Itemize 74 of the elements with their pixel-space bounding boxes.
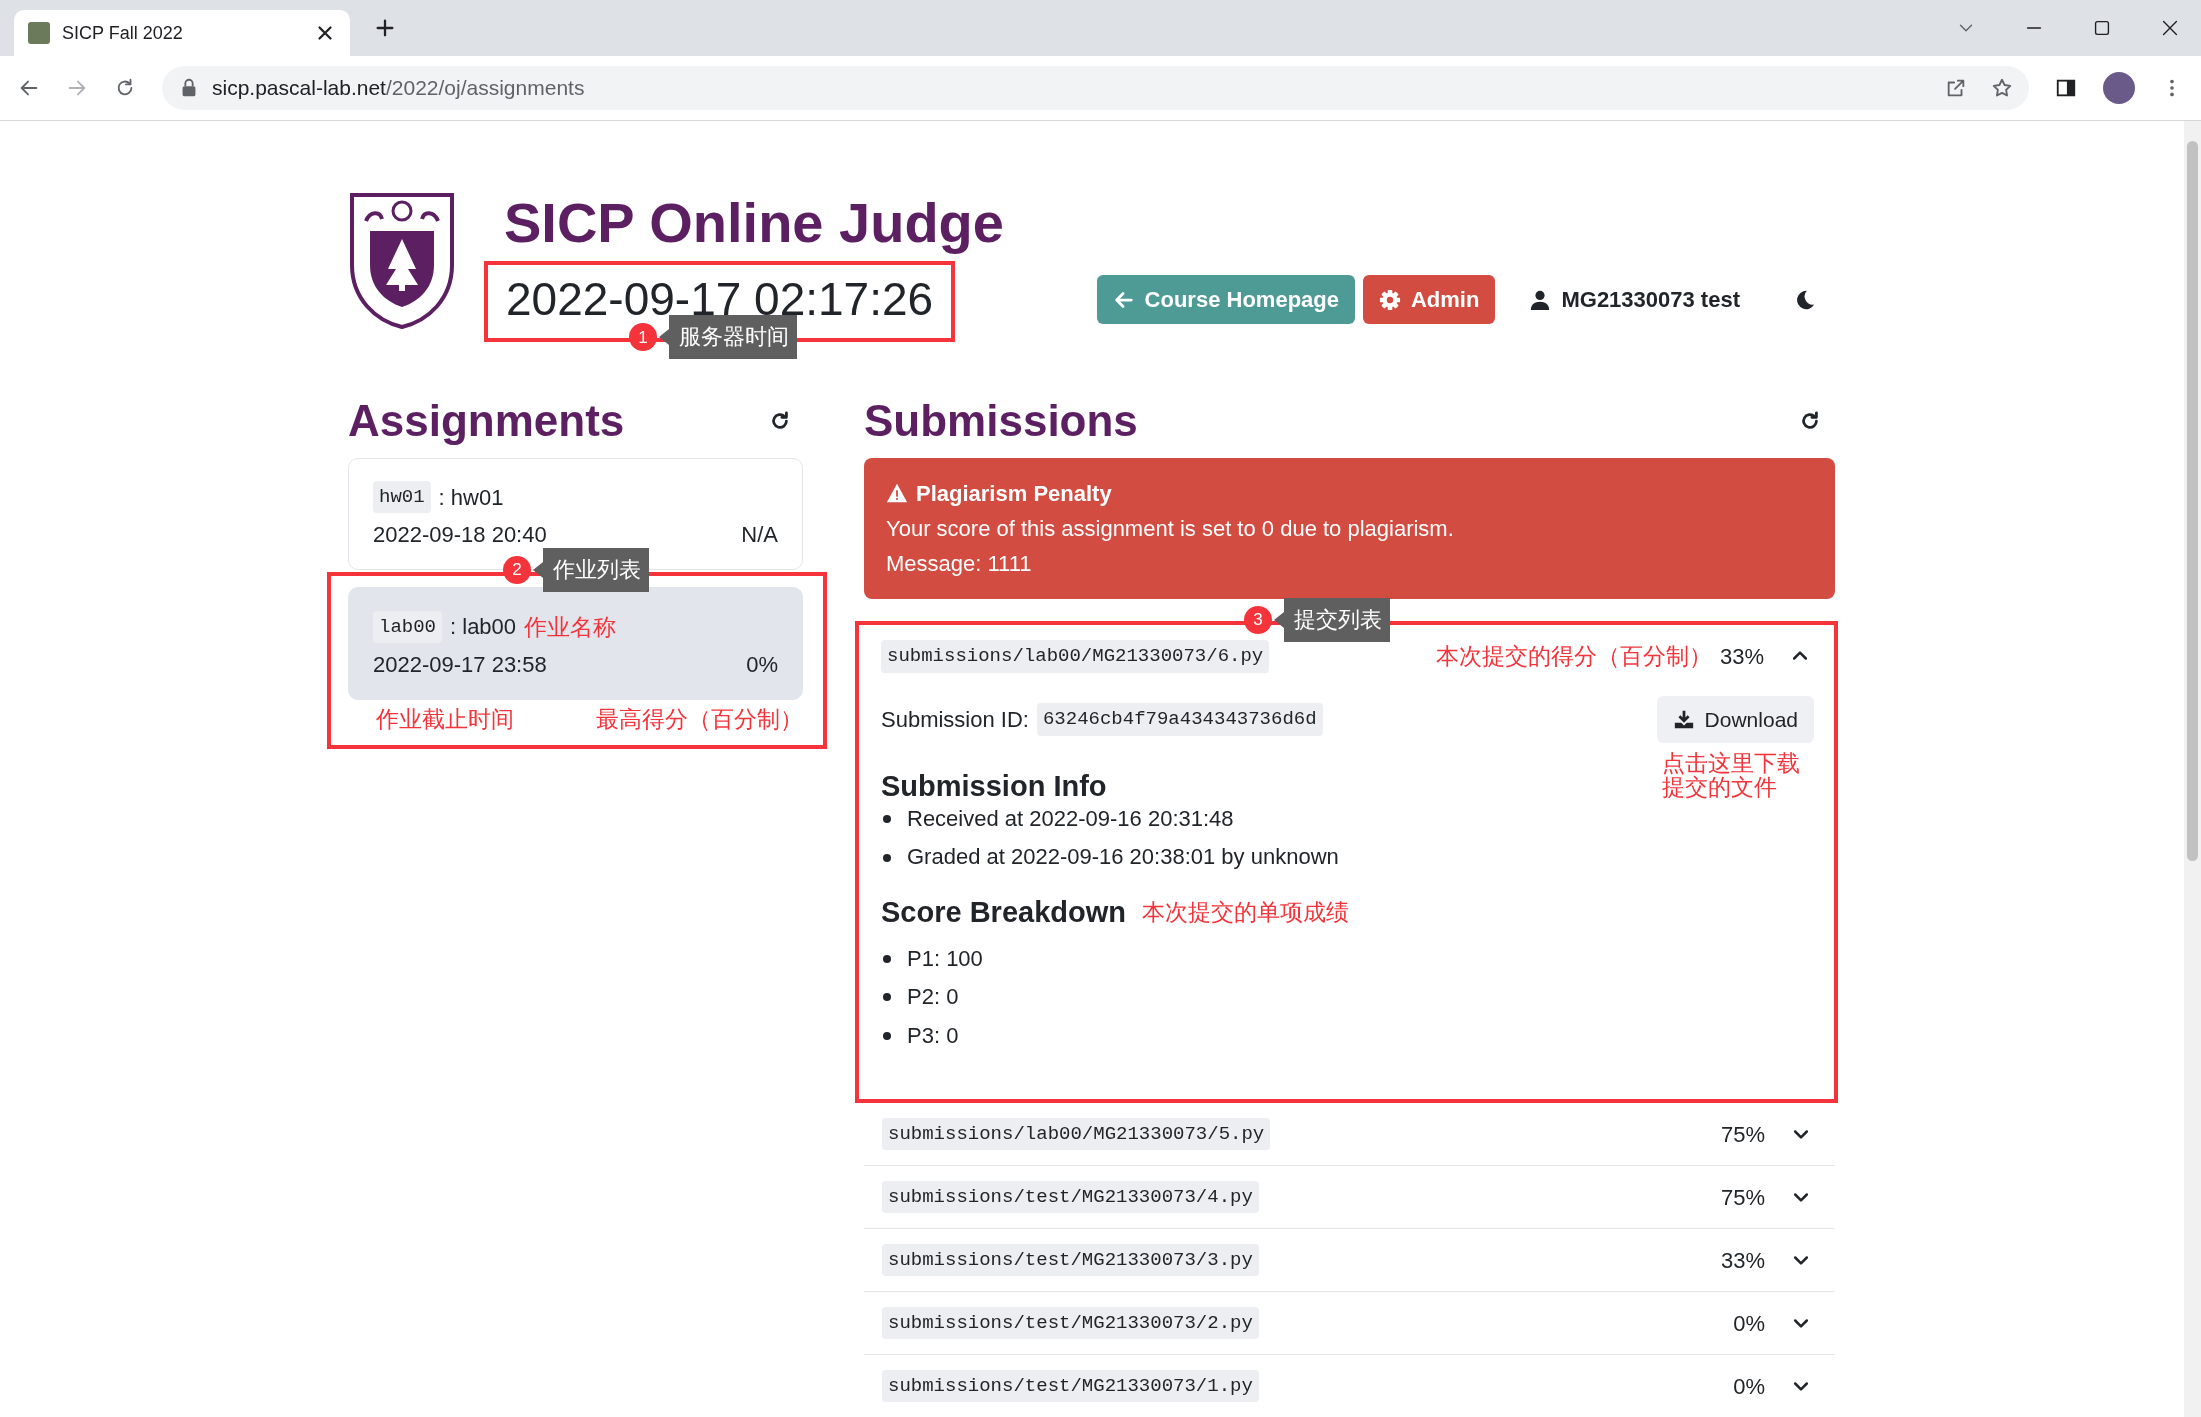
warning-icon	[886, 482, 908, 505]
assignment-name: : lab00	[450, 613, 517, 642]
tab-title: SICP Fall 2022	[62, 21, 184, 45]
file-path: submissions/test/MG21330073/2.py	[882, 1307, 1259, 1340]
assignment-score: 0%	[746, 651, 778, 680]
user-icon	[1529, 288, 1552, 311]
alert-title: Plagiarism Penalty	[916, 479, 1112, 508]
download-icon	[1672, 708, 1695, 731]
assignment-code: lab00	[373, 610, 442, 644]
assignment-name: : hw01	[438, 483, 504, 512]
annotation-text: 提交的文件	[1662, 775, 1778, 800]
refresh-icon[interactable]	[769, 410, 791, 432]
gear-icon	[1379, 288, 1401, 311]
field-label: Submission ID:	[881, 705, 1029, 734]
section-heading: Submissions	[864, 395, 1138, 448]
assignment-score: N/A	[741, 520, 778, 549]
user-name: MG21330073 test	[1561, 286, 1740, 314]
assignment-deadline: 2022-09-18 20:40	[373, 520, 547, 549]
new-tab-icon[interactable]	[374, 17, 396, 39]
submission-score: 75%	[1720, 1183, 1765, 1212]
admin-button[interactable]: Admin	[1363, 275, 1496, 324]
annotation-text: 点击这里下载	[1662, 751, 1800, 776]
bullet-icon	[883, 853, 891, 862]
star-icon[interactable]	[1991, 77, 2013, 99]
favicon	[28, 22, 50, 44]
submission-score: 33%	[1719, 642, 1764, 671]
section-heading: Assignments	[348, 395, 625, 448]
bullet-icon	[883, 993, 891, 1002]
submission-score: 33%	[1720, 1246, 1765, 1275]
submission-score: 0%	[1733, 1372, 1765, 1401]
alert-message: Message: 1111	[886, 549, 1033, 578]
step-number-badge: 3	[1244, 606, 1272, 635]
submission-score: 75%	[1720, 1120, 1765, 1149]
alert-text: Your score of this assignment is set to 0 due to plagiarism.	[886, 514, 1455, 543]
submission-score: 0%	[1733, 1309, 1765, 1338]
avatar[interactable]	[2103, 72, 2135, 104]
page-title: SICP Online Judge	[504, 191, 1004, 256]
annotation-text: 作业截止时间	[376, 705, 514, 735]
annotation-text: 本次提交的得分（百分制）	[1435, 642, 1712, 672]
info-item: Received at 2022-09-16 20:31:48	[907, 804, 1234, 833]
moon-icon[interactable]	[1794, 288, 1816, 311]
browser-tab[interactable]: SICP Fall 2022	[14, 10, 350, 56]
file-path: submissions/lab00/MG21330073/6.py	[881, 640, 1270, 673]
file-path: submissions/test/MG21330073/4.py	[882, 1181, 1259, 1214]
info-item: Graded at 2022-09-16 20:38:01 by unknown	[907, 843, 1339, 872]
bullet-icon	[883, 1032, 891, 1040]
assignment-deadline: 2022-09-17 23:58	[373, 651, 547, 680]
assignment-code: hw01	[373, 480, 431, 514]
bullet-icon	[883, 815, 891, 824]
submission-id: 63246cb4f79a434343736d6d	[1036, 703, 1323, 736]
annotation-text: 最高得分（百分制）	[596, 705, 803, 735]
share-icon[interactable]	[1945, 77, 1967, 99]
score-item: P1: 100	[907, 944, 983, 973]
callout-label: 作业列表	[533, 547, 649, 592]
callout-label: 服务器时间	[659, 315, 797, 360]
download-button[interactable]: Download	[1656, 695, 1814, 744]
sidebar-icon[interactable]	[2055, 77, 2077, 99]
callout-label: 提交列表	[1274, 598, 1390, 643]
step-number-badge: 1	[629, 323, 657, 352]
file-path: submissions/test/MG21330073/1.py	[882, 1370, 1259, 1403]
refresh-icon[interactable]	[1799, 410, 1821, 432]
file-path: submissions/lab00/MG21330073/5.py	[882, 1118, 1271, 1151]
file-path: submissions/test/MG21330073/3.py	[882, 1244, 1259, 1277]
section-heading: Score Breakdown	[881, 894, 1126, 930]
address-bar[interactable]: sicp.pascal-lab.net/2022/oj/assignments	[162, 66, 2029, 110]
annotation-text: 作业名称	[524, 612, 617, 642]
section-heading: Submission Info	[881, 769, 1107, 804]
score-item: P2: 0	[907, 983, 959, 1012]
annotation-text: 本次提交的单项成绩	[1142, 898, 1349, 928]
bullet-icon	[883, 955, 891, 963]
step-number-badge: 2	[503, 555, 531, 584]
assignment-card[interactable]: lab00 : lab00 作业名称 2022-09-17 23:58 0%	[348, 586, 803, 701]
url-text: sicp.pascal-lab.net/2022/oj/assignments	[212, 75, 585, 102]
score-item: P3: 0	[907, 1021, 959, 1050]
